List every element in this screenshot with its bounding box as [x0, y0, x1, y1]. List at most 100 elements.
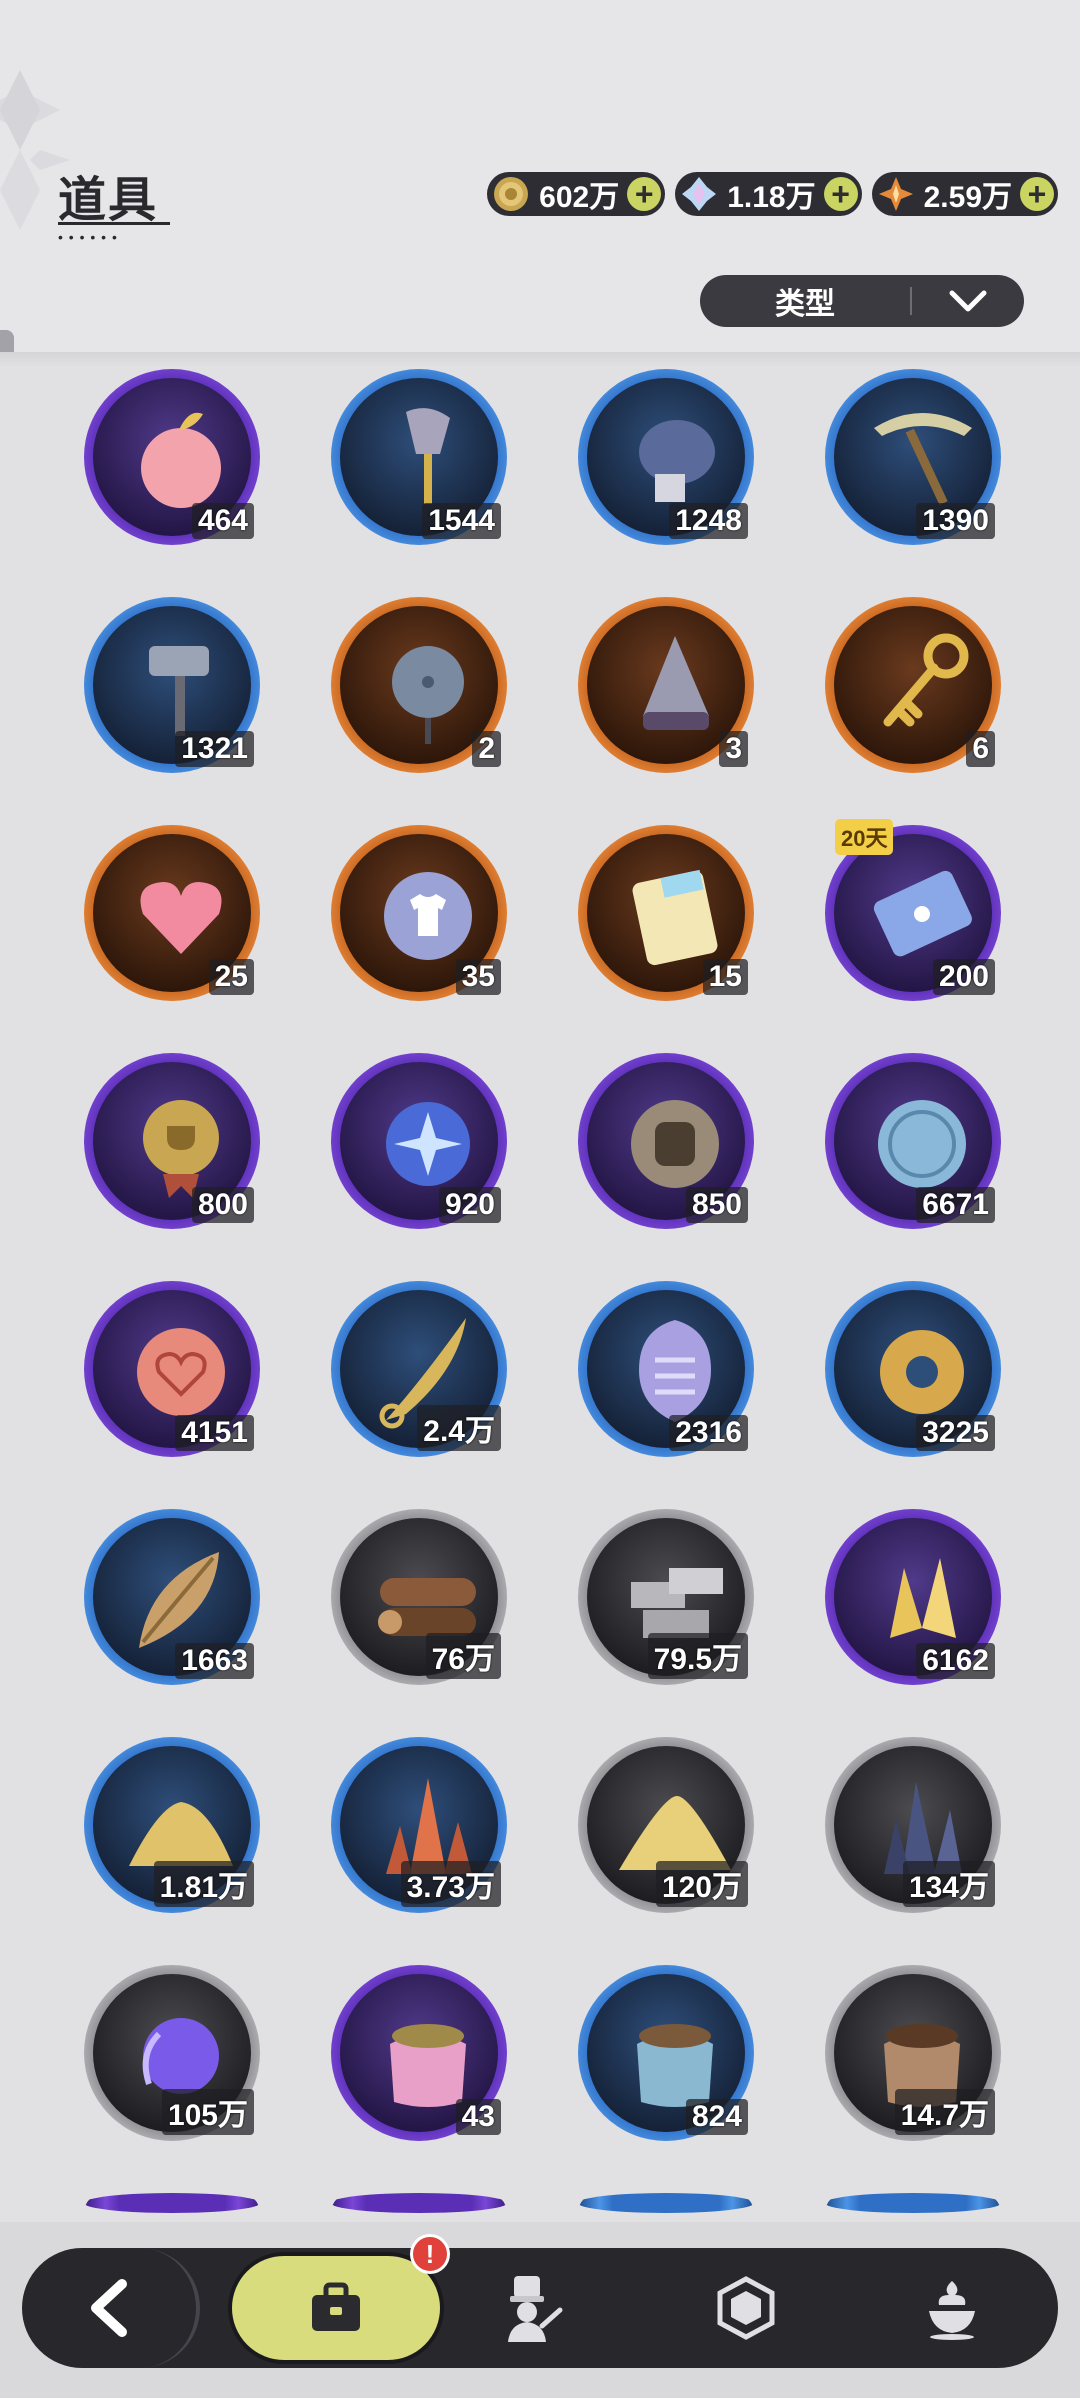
- bottom-nav: !: [22, 2234, 1058, 2368]
- item-count: 3: [719, 731, 748, 767]
- item-count: 120万: [655, 1861, 748, 1907]
- item-count: 79.5万: [647, 1633, 748, 1679]
- tab-gem[interactable]: [708, 2270, 784, 2346]
- inventory-item[interactable]: 6671: [825, 1053, 1001, 1229]
- grid-top-shadow: [0, 352, 1080, 368]
- inventory-item[interactable]: 2: [331, 597, 507, 773]
- inventory-item[interactable]: 105万: [84, 1965, 260, 2141]
- title-underline: [58, 222, 170, 225]
- item-count: 3.73万: [400, 1861, 501, 1907]
- add-crystal-button[interactable]: +: [823, 177, 858, 211]
- item-count: 824: [685, 2099, 748, 2135]
- chef-icon: [508, 2276, 563, 2342]
- add-coin-button[interactable]: +: [627, 177, 662, 211]
- duration-badge: 20天: [835, 819, 894, 855]
- currency-value: 602万: [539, 181, 620, 214]
- dessert-icon: [929, 2281, 975, 2340]
- type-filter-dropdown[interactable]: 类型: [700, 275, 1024, 327]
- inventory-item[interactable]: 1663: [84, 1509, 260, 1685]
- alert-badge: !: [410, 2234, 450, 2274]
- currency-star: 2.59万 +: [871, 172, 1058, 216]
- tab-chef[interactable]: [492, 2270, 568, 2346]
- inventory-item[interactable]: 6: [825, 597, 1001, 773]
- rarity-ring: [84, 2193, 260, 2213]
- item-count: 43: [455, 2099, 501, 2135]
- inventory-item[interactable]: 850: [578, 1053, 754, 1229]
- add-star-button[interactable]: +: [1020, 177, 1054, 211]
- inventory-item[interactable]: 1.81万: [84, 1737, 260, 1913]
- item-count: 14.7万: [894, 2089, 995, 2135]
- item-count: 2.4万: [417, 1405, 501, 1451]
- spiked-ball-icon: [392, 646, 464, 744]
- inventory-item[interactable]: 800: [84, 1053, 260, 1229]
- item-count: 1544: [422, 503, 501, 539]
- inventory-item[interactable]: 824: [578, 1965, 754, 2141]
- item-count: 1321: [175, 731, 254, 767]
- hexagon-gem-icon: [717, 2276, 775, 2340]
- item-count: 2: [472, 731, 501, 767]
- item-grid: 464 1544 1248 1390 1321 2 3 6 25 35 15 200 20天 800 920…: [0, 362, 1080, 2222]
- item-count: 800: [191, 1187, 254, 1223]
- item-count: 1663: [175, 1643, 254, 1679]
- item-count: 25: [208, 959, 254, 995]
- inventory-item[interactable]: 3.73万: [331, 1737, 507, 1913]
- inventory-item[interactable]: 120万: [578, 1737, 754, 1913]
- page-title: 道具: [58, 174, 159, 227]
- inventory-item[interactable]: 1390: [825, 369, 1001, 545]
- inventory-item-partial[interactable]: [331, 2193, 507, 2213]
- tab-bag[interactable]: [228, 2252, 444, 2364]
- inventory-item[interactable]: 1248: [578, 369, 754, 545]
- item-count: 6: [966, 731, 995, 767]
- chevron-down-icon: [912, 289, 1024, 313]
- star-gem-icon: [876, 174, 916, 214]
- inventory-item[interactable]: 464: [84, 369, 260, 545]
- item-count: 850: [685, 1187, 748, 1223]
- inventory-item[interactable]: 43: [331, 1965, 507, 2141]
- inventory-item[interactable]: 920: [331, 1053, 507, 1229]
- item-count: 920: [438, 1187, 501, 1223]
- inventory-item[interactable]: 3: [578, 597, 754, 773]
- inventory-item[interactable]: 76万: [331, 1509, 507, 1685]
- item-count: 76万: [425, 1633, 501, 1679]
- inventory-item[interactable]: 79.5万: [578, 1509, 754, 1685]
- item-count: 105万: [161, 2089, 254, 2135]
- item-count: 464: [191, 503, 254, 539]
- inventory-item[interactable]: 35: [331, 825, 507, 1001]
- inventory-item[interactable]: 134万: [825, 1737, 1001, 1913]
- bag-icon: [312, 2282, 360, 2331]
- currency-coin: 602万 +: [487, 172, 666, 216]
- inventory-item[interactable]: 3225: [825, 1281, 1001, 1457]
- inventory-item[interactable]: 25: [84, 825, 260, 1001]
- rarity-ring: [331, 2193, 507, 2213]
- item-count: 200: [932, 959, 995, 995]
- back-arrow-icon: [91, 2279, 127, 2337]
- drill-icon: [643, 636, 709, 730]
- rarity-ring: [578, 2193, 754, 2213]
- type-filter-label: 类型: [775, 288, 835, 321]
- crystal-icon: [679, 174, 719, 214]
- golden-key-icon: [883, 633, 969, 727]
- item-count: 134万: [902, 1861, 995, 1907]
- inventory-item[interactable]: 2.4万: [331, 1281, 507, 1457]
- tab-dessert[interactable]: [914, 2270, 990, 2346]
- item-count: 6671: [916, 1187, 995, 1223]
- inventory-item[interactable]: 4151: [84, 1281, 260, 1457]
- inventory-item[interactable]: 15: [578, 825, 754, 1001]
- inventory-item-partial[interactable]: [825, 2193, 1001, 2213]
- item-count: 2316: [669, 1415, 748, 1451]
- currency-value: 1.18万: [727, 181, 816, 214]
- currency-crystal: 1.18万 +: [675, 172, 862, 216]
- inventory-item[interactable]: 200 20天: [825, 819, 1001, 1001]
- inventory-item-partial[interactable]: [578, 2193, 754, 2213]
- inventory-item[interactable]: 1321: [84, 597, 260, 773]
- item-count: 1.81万: [153, 1861, 254, 1907]
- back-button[interactable]: [22, 2248, 200, 2368]
- inventory-item[interactable]: 14.7万: [825, 1965, 1001, 2141]
- inventory-item[interactable]: 1544: [331, 369, 507, 545]
- item-count: 1248: [669, 503, 748, 539]
- item-count: 35: [455, 959, 501, 995]
- inventory-item-partial[interactable]: [84, 2193, 260, 2213]
- item-count: 3225: [916, 1415, 995, 1451]
- inventory-item[interactable]: 6162: [825, 1509, 1001, 1685]
- inventory-item[interactable]: 2316: [578, 1281, 754, 1457]
